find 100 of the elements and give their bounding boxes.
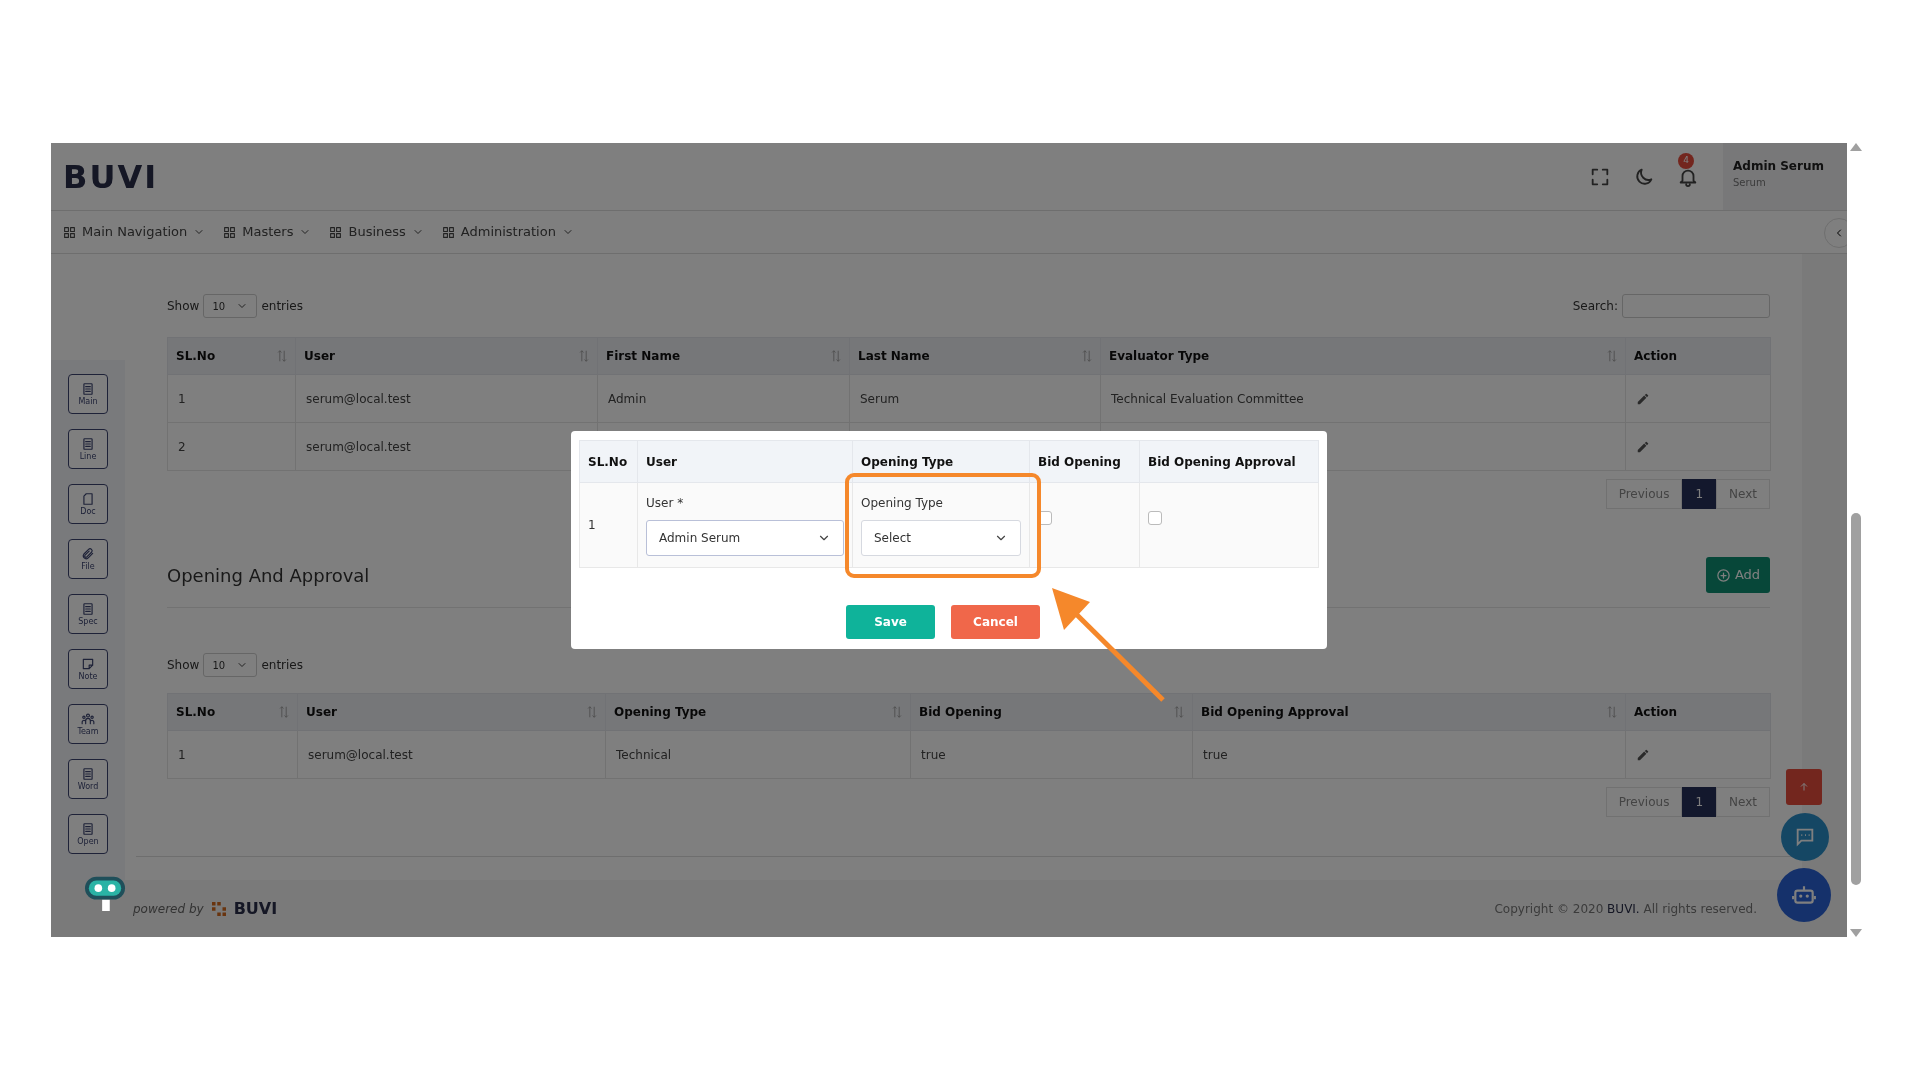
sort-icon[interactable] xyxy=(279,705,289,719)
column-header[interactable]: Last Name xyxy=(849,337,1101,375)
search-label: Search: xyxy=(1572,298,1618,315)
user-menu[interactable]: Admin Serum Serum xyxy=(1723,143,1847,210)
logo: BUVI xyxy=(63,156,159,198)
previous-button[interactable]: Previous xyxy=(1605,787,1683,817)
sidebar-item[interactable]: Line xyxy=(68,429,108,469)
sidebar-item[interactable]: Note xyxy=(68,649,108,689)
document-icon xyxy=(81,382,95,396)
table-cell: Technical xyxy=(605,730,911,779)
sort-icon[interactable] xyxy=(587,705,597,719)
collapse-button[interactable] xyxy=(1824,218,1847,248)
column-header[interactable]: Action xyxy=(1625,693,1771,731)
page-button[interactable]: 1 xyxy=(1682,479,1717,509)
show-label: Show xyxy=(167,298,200,315)
sort-icon[interactable] xyxy=(1607,705,1617,719)
grid-icon xyxy=(63,225,76,239)
select-field[interactable]: Select xyxy=(861,520,1021,556)
table-cell: 1 xyxy=(588,518,596,532)
page-length-select[interactable]: 10 xyxy=(203,294,258,318)
sidebar-item[interactable]: Spec xyxy=(68,594,108,634)
scroll-top-button[interactable] xyxy=(1786,769,1822,805)
nav-menu[interactable]: Main Navigation xyxy=(63,222,206,242)
nav-menu[interactable]: Administration xyxy=(441,222,574,242)
column-header[interactable]: User xyxy=(295,337,598,375)
sort-icon[interactable] xyxy=(277,349,287,363)
grid-icon xyxy=(223,225,237,239)
column-header[interactable]: Bid Opening xyxy=(910,693,1193,731)
document-icon xyxy=(81,767,95,781)
sort-icon[interactable] xyxy=(892,705,902,719)
sidebar-item[interactable]: Doc xyxy=(68,484,108,524)
notification-badge: 4 xyxy=(1678,153,1694,169)
next-button[interactable]: Next xyxy=(1716,787,1770,817)
page-icon xyxy=(81,492,95,506)
table-cell: Admin xyxy=(597,374,850,423)
page-button[interactable]: 1 xyxy=(1682,787,1717,817)
previous-button[interactable]: Previous xyxy=(1605,479,1683,509)
user-name: Admin Serum xyxy=(1733,158,1825,175)
section-title: Opening And Approval xyxy=(167,563,370,588)
column-header[interactable]: First Name xyxy=(597,337,850,375)
column-header[interactable]: Bid Opening Approval xyxy=(1192,693,1626,731)
page-length-select[interactable]: 10 xyxy=(203,653,258,677)
document-icon xyxy=(81,602,95,616)
entries-label: entries xyxy=(261,298,303,315)
document-icon xyxy=(81,437,95,451)
column-header: User xyxy=(637,440,853,483)
table-cell: 2 xyxy=(167,422,296,471)
team-icon xyxy=(81,712,95,726)
pencil-icon[interactable] xyxy=(1636,392,1650,406)
column-header[interactable]: Evaluator Type xyxy=(1100,337,1626,375)
column-header[interactable]: User xyxy=(297,693,606,731)
table-cell: serum@local.test xyxy=(297,730,606,779)
sidebar-item[interactable]: Word xyxy=(68,759,108,799)
brand-link[interactable]: BUVI. xyxy=(1607,901,1640,916)
table-cell: 1 xyxy=(167,374,296,423)
column-header[interactable]: SL.No xyxy=(167,693,298,731)
sort-icon[interactable] xyxy=(579,349,589,363)
sidebar-item[interactable]: Team xyxy=(68,704,108,744)
user-role: Serum xyxy=(1733,176,1767,190)
scrollbar[interactable] xyxy=(1848,143,1864,937)
table-cell: Technical Evaluation Committee xyxy=(1100,374,1626,423)
column-header[interactable]: Action xyxy=(1625,337,1771,375)
nav-menu[interactable]: Masters xyxy=(223,222,312,242)
chat-icon xyxy=(1794,826,1816,848)
search-field[interactable] xyxy=(1622,294,1770,318)
table-cell: Serum xyxy=(849,374,1101,423)
save-button[interactable]: Save xyxy=(846,605,935,639)
sort-icon[interactable] xyxy=(1082,349,1092,363)
add-button[interactable]: Add xyxy=(1706,557,1770,593)
grid-icon xyxy=(441,225,455,239)
sort-icon[interactable] xyxy=(1607,349,1617,363)
copyright-text: Copyright © 2020 BUVI. All rights reserved. xyxy=(1494,900,1757,918)
document-icon xyxy=(81,822,95,836)
column-header: Bid Opening Approval xyxy=(1139,440,1319,483)
column-header[interactable]: SL.No xyxy=(167,337,296,375)
column-header[interactable]: Opening Type xyxy=(605,693,911,731)
table-cell: serum@local.test xyxy=(295,374,598,423)
sidebar-item[interactable]: Open xyxy=(68,814,108,854)
entries-label: entries xyxy=(261,657,303,674)
table-cell: 1 xyxy=(167,730,298,779)
checkbox[interactable] xyxy=(1148,511,1162,525)
table-cell: true xyxy=(1192,730,1626,779)
nav-menu[interactable]: Business xyxy=(329,222,424,242)
plus-circle-icon xyxy=(1715,567,1731,583)
sidebar-item[interactable]: Main xyxy=(68,374,108,414)
select-field[interactable]: Admin Serum xyxy=(646,520,844,556)
next-button[interactable]: Next xyxy=(1716,479,1770,509)
sidebar-item[interactable]: File xyxy=(68,539,108,579)
sort-icon[interactable] xyxy=(831,349,841,363)
note-icon xyxy=(81,657,95,671)
sort-icon[interactable] xyxy=(1174,705,1184,719)
field-label: User * xyxy=(646,495,685,512)
powered-by-label: powered by xyxy=(133,900,204,918)
field-label: Opening Type xyxy=(861,495,944,512)
pencil-icon[interactable] xyxy=(1636,748,1650,762)
column-header: Bid Opening xyxy=(1029,440,1140,483)
cancel-button[interactable]: Cancel xyxy=(951,605,1040,639)
paperclip-icon xyxy=(81,547,95,561)
pencil-icon[interactable] xyxy=(1636,440,1650,454)
footer-logo: BUVI xyxy=(233,897,278,920)
